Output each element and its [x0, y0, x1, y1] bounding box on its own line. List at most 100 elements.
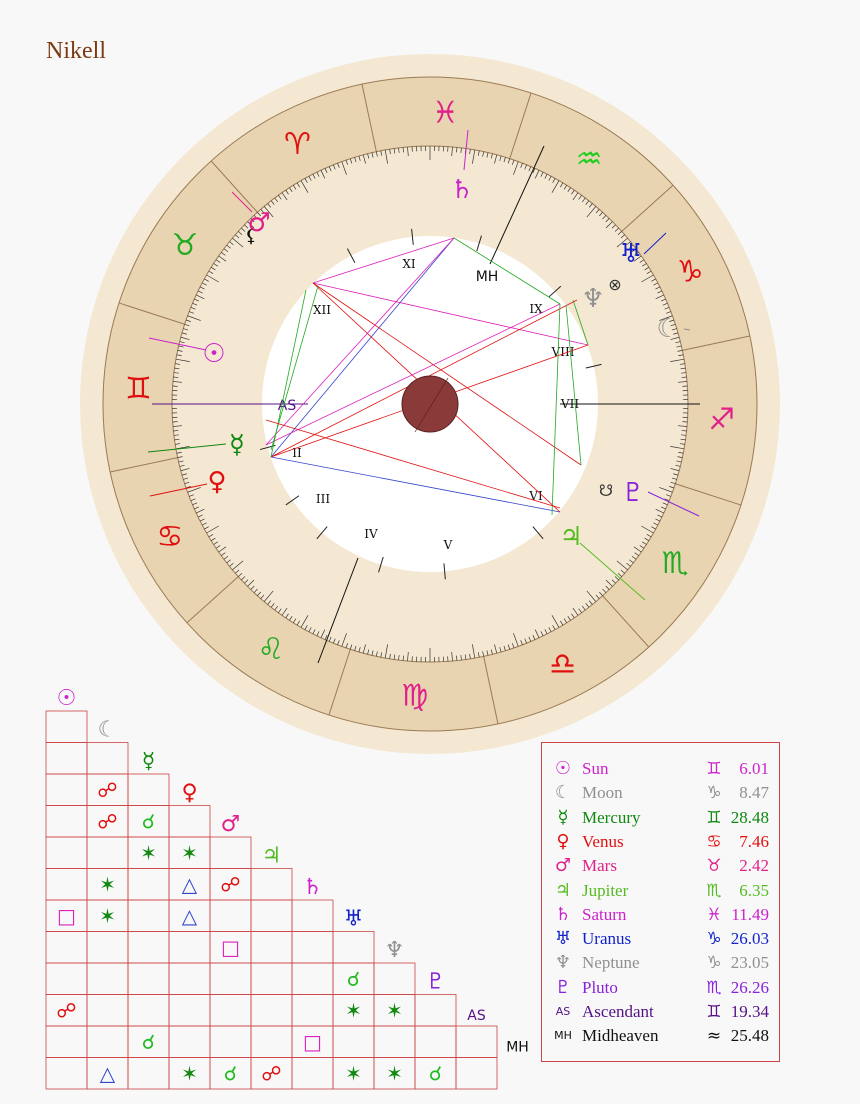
legend-planet-name: Mars: [582, 856, 617, 876]
legend-planet-glyph: ♆: [554, 952, 572, 974]
legend-degree: 11.49: [731, 904, 769, 924]
legend-sign-glyph: ♊: [706, 807, 722, 828]
aspect-grid-header: ♅: [344, 907, 364, 932]
aspect-symbol: ☍: [97, 809, 117, 833]
aspect-grid-cell: [250, 931, 293, 964]
aspect-grid-cell: [250, 1025, 293, 1058]
legend-degree: 28.48: [730, 807, 769, 827]
aspect-grid-cell: [86, 994, 129, 1027]
aspect-symbol: △: [182, 872, 198, 896]
aspect-grid-header: ☾: [98, 718, 118, 743]
aspect-symbol: ✶: [181, 1061, 198, 1085]
aspect-grid-cell: [455, 1025, 498, 1058]
aspect-symbol: ☍: [261, 1061, 281, 1085]
legend-planet-glyph: ☾: [554, 782, 572, 804]
legend-row: ☿ Mercury ♊ 28.48: [542, 806, 781, 830]
aspect-symbol: ☌: [142, 809, 155, 833]
aspect-grid-header: ♂: [221, 812, 241, 837]
aspect-grid-cell: [250, 962, 293, 995]
legend-planet-name: Ascendant: [582, 1002, 654, 1021]
aspect-symbol: □: [303, 1030, 322, 1054]
legend-sign-glyph: ♏: [706, 977, 722, 998]
aspect-grid-cell: [414, 994, 457, 1027]
legend-sign-glyph: ♑: [706, 929, 722, 950]
aspect-grid-cell: [86, 962, 129, 995]
aspect-grid-cell: [209, 836, 252, 869]
aspect-grid-cell: [291, 962, 334, 995]
legend-planet-glyph: AS: [555, 1005, 571, 1018]
aspect-grid-cell: [373, 1025, 416, 1058]
aspect-grid-cell: [291, 1057, 334, 1090]
aspect-grid-header: ☉: [57, 686, 77, 711]
legend-degree: 19.34: [730, 1002, 769, 1021]
legend-degree: 2.42: [739, 856, 769, 876]
legend-planet-name: Saturn: [582, 904, 627, 924]
aspect-grid-header: MH: [506, 1040, 529, 1056]
aspect-grid-cell: [250, 868, 293, 901]
aspect-grid-cell: [291, 994, 334, 1027]
aspect-grid-cell: [127, 773, 170, 806]
legend-planet-glyph: ♄: [554, 903, 572, 925]
legend-sign-glyph: ♊: [706, 759, 722, 779]
legend-row: ♇ Pluto ♏ 26.26: [542, 976, 781, 1000]
aspect-symbol: ✶: [140, 841, 157, 865]
legend-planet-glyph: ☿: [557, 806, 569, 828]
aspect-grid-cell: [127, 994, 170, 1027]
aspect-grid-cell: [168, 805, 211, 838]
legend-sign-glyph: ≈: [706, 1026, 722, 1047]
planet-legend: ☉ Sun ♊ 6.01 ☾ Moon ♑ 8.47 ☿ Mercury ♊ 28.48 ♀ Venus ♋…: [541, 742, 780, 1062]
legend-degree: 26.03: [730, 929, 769, 949]
aspect-grid-cell: [86, 931, 129, 964]
aspect-grid-cell: [168, 962, 211, 995]
legend-degree: 6.01: [739, 759, 769, 778]
aspect-grid-cell: [45, 773, 88, 806]
legend-planet-glyph: ♀: [556, 830, 570, 852]
aspect-grid-header: ☿: [142, 749, 156, 774]
aspect-grid-header: AS: [467, 1008, 486, 1024]
aspect-grid-cell: [86, 836, 129, 869]
legend-degree: 26.26: [730, 977, 769, 997]
legend-sign-glyph: ♉: [706, 856, 722, 877]
aspect-symbol: ✶: [99, 872, 116, 896]
aspect-symbol: ☌: [347, 967, 360, 991]
legend-sign-glyph: ♑: [706, 783, 722, 804]
aspect-grid-cell: [45, 1057, 88, 1090]
legend-row: ♀ Venus ♋ 7.46: [542, 830, 781, 854]
aspect-grid-cell: [291, 931, 334, 964]
aspect-grid-cell: [455, 1057, 498, 1090]
legend-planet-name: Mercury: [582, 807, 641, 827]
aspect-grid-cell: [168, 1025, 211, 1058]
legend-row: ♃ Jupiter ♏ 6.35: [542, 879, 781, 903]
legend-sign-glyph: ♊: [706, 1002, 722, 1022]
legend-planet-name: Jupiter: [582, 880, 629, 900]
legend-row: ♄ Saturn ♓ 11.49: [542, 903, 781, 927]
legend-planet-name: Moon: [582, 783, 623, 803]
legend-planet-name: Venus: [582, 831, 624, 851]
aspect-grid-cell: [45, 1025, 88, 1058]
aspect-symbol: △: [100, 1061, 116, 1085]
aspect-symbol: ☌: [224, 1061, 237, 1085]
aspect-grid-cell: [45, 805, 88, 838]
aspect-symbol: ☍: [220, 872, 240, 896]
legend-row: ♂ Mars ♉ 2.42: [542, 854, 781, 878]
aspect-grid-header: ♇: [426, 970, 446, 995]
legend-planet-glyph: ♅: [554, 928, 572, 950]
aspect-grid-cell: [45, 868, 88, 901]
legend-row: MH Midheaven ≈25.48: [542, 1024, 781, 1048]
aspect-grid-cell: [168, 994, 211, 1027]
legend-sign-glyph: ♓: [706, 904, 722, 925]
legend-degree: 25.48: [730, 1026, 769, 1046]
aspect-grid-cell: [332, 1025, 375, 1058]
aspect-grid-cell: [209, 899, 252, 932]
aspect-grid-header: ♄: [303, 875, 323, 900]
aspect-grid-cell: [45, 710, 88, 743]
legend-row: ☾ Moon ♑ 8.47: [542, 781, 781, 805]
aspect-grid-cell: [209, 1025, 252, 1058]
aspect-grid-header: ♀: [181, 781, 197, 806]
aspect-grid-cell: [250, 994, 293, 1027]
aspect-symbol: ☌: [142, 1030, 155, 1054]
aspect-grid-cell: [45, 931, 88, 964]
aspect-symbol: ✶: [386, 1061, 403, 1085]
legend-planet-glyph: ♃: [554, 879, 572, 901]
aspect-grid-cell: [45, 836, 88, 869]
